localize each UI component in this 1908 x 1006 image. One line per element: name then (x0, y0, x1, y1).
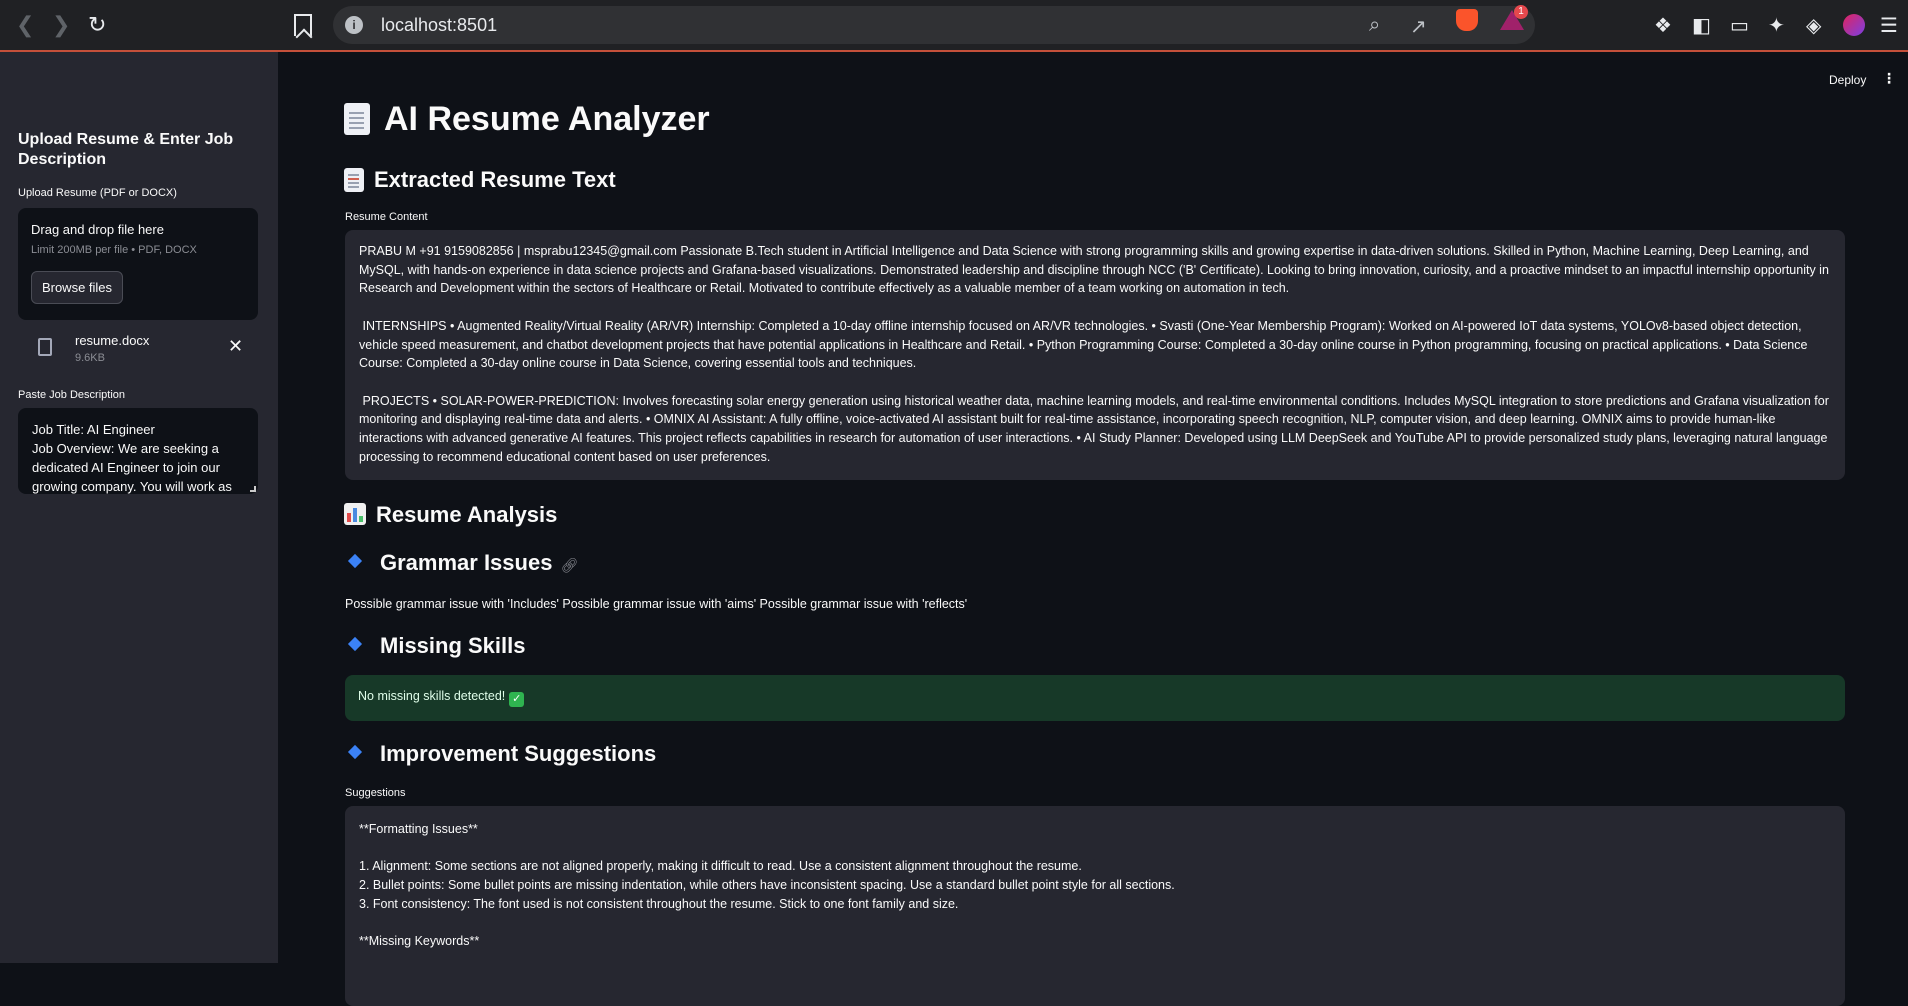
address-bar[interactable]: i localhost:8501 ⌕ ↗ (333, 6, 1535, 44)
analysis-heading: Resume Analysis (344, 502, 557, 528)
suggestion-line: 3. Font consistency: The font used is no… (359, 896, 959, 911)
share-icon[interactable]: ↗ (1410, 14, 1427, 39)
grammar-heading: Grammar Issues 🔗︎ (344, 550, 578, 576)
resume-paragraph: PRABU M +91 9159082856 | msprabu12345@gm… (359, 244, 1833, 296)
remove-file-icon[interactable]: ✕ (228, 336, 243, 357)
sidebar-title: Upload Resume & Enter Job Description (18, 131, 234, 168)
dropzone-title: Drag and drop file here (31, 222, 164, 237)
sidebar-toggle-icon[interactable]: ◧ (1692, 13, 1711, 38)
jd-label: Paste Job Description (18, 389, 125, 401)
success-text: No missing skills detected! (358, 689, 506, 703)
blue-diamond-icon (347, 636, 363, 652)
site-info-icon[interactable]: i (345, 16, 363, 34)
url-text[interactable]: localhost:8501 (381, 15, 497, 36)
check-mark-icon: ✓ (509, 692, 525, 707)
resume-content-textarea[interactable]: PRABU M +91 9159082856 | msprabu12345@gm… (345, 230, 1845, 480)
wallet-icon[interactable]: ▭ (1730, 13, 1749, 38)
improvement-heading: Improvement Suggestions (344, 741, 656, 767)
browse-files-button[interactable]: Browse files (31, 271, 123, 304)
sidebar: Upload Resume & Enter Job Description Up… (0, 52, 278, 963)
file-icon (38, 338, 52, 356)
extracted-heading: Extracted Resume Text (344, 167, 616, 193)
bar-chart-icon (344, 503, 366, 525)
notification-badge: 1 (1514, 5, 1528, 19)
deploy-button[interactable]: Deploy (1829, 73, 1866, 87)
suggestion-line: 2. Bullet points: Some bullet points are… (359, 878, 1175, 893)
suggestions-label: Suggestions (345, 787, 406, 799)
extracted-heading-text: Extracted Resume Text (374, 167, 616, 192)
main-content: Deploy ⋮ AI Resume Analyzer Extracted Re… (278, 52, 1908, 1006)
vpn-icon[interactable]: ◈ (1806, 13, 1821, 38)
back-icon[interactable]: ❮ (16, 12, 34, 38)
forward-icon[interactable]: ❯ (52, 12, 70, 38)
suggestion-line (359, 839, 1831, 858)
menu-icon[interactable]: ☰ (1880, 13, 1898, 38)
profile-avatar[interactable] (1843, 14, 1865, 36)
reload-icon[interactable]: ↻ (88, 12, 106, 38)
suggestion-line: **Missing Keywords** (359, 934, 480, 949)
improvement-heading-text: Improvement Suggestions (380, 741, 657, 766)
bookmark-tabs-icon (344, 168, 364, 192)
document-icon (344, 103, 370, 135)
upload-label: Upload Resume (PDF or DOCX) (18, 187, 177, 199)
page-title: AI Resume Analyzer (344, 100, 710, 139)
grammar-heading-text: Grammar Issues (380, 550, 553, 575)
blue-diamond-icon (347, 744, 363, 760)
extensions-icon[interactable]: ❖ (1654, 13, 1672, 38)
analysis-heading-text: Resume Analysis (376, 502, 558, 527)
missing-skills-heading: Missing Skills (344, 633, 526, 659)
blue-diamond-icon (347, 553, 363, 569)
file-size: 9.6KB (75, 352, 105, 364)
suggestion-line: **Formatting Issues** (359, 822, 478, 836)
anchor-link-icon[interactable]: 🔗︎ (560, 557, 578, 573)
missing-skills-heading-text: Missing Skills (380, 633, 526, 658)
main-menu-icon[interactable]: ⋮ (1882, 70, 1896, 87)
resume-paragraph: PROJECTS • SOLAR-POWER-PREDICTION: Invol… (359, 393, 1833, 464)
file-dropzone[interactable]: Drag and drop file here Limit 200MB per … (18, 208, 258, 320)
grammar-issues-text: Possible grammar issue with 'Includes' P… (345, 597, 968, 611)
resume-paragraph: INTERNSHIPS • Augmented Reality/Virtual … (359, 318, 1811, 371)
browser-toolbar: ❮ ❯ ↻ i localhost:8501 ⌕ ↗ 1 ❖ ◧ ▭ ✦ ◈ ☰ (0, 0, 1908, 52)
bookmark-icon[interactable] (294, 14, 312, 36)
uploaded-file: resume.docx 9.6KB ✕ (18, 328, 258, 368)
suggestions-textarea[interactable]: **Formatting Issues** 1. Alignment: Some … (345, 806, 1845, 1006)
success-alert: No missing skills detected! ✓ (345, 675, 1845, 721)
resize-handle-icon[interactable] (250, 486, 256, 492)
resume-content-label: Resume Content (345, 211, 428, 223)
file-name: resume.docx (75, 333, 150, 348)
brave-shields-icon[interactable] (1456, 9, 1478, 31)
dropzone-limit: Limit 200MB per file • PDF, DOCX (31, 244, 197, 256)
suggestion-line (359, 914, 1831, 933)
job-description-input[interactable]: Job Title: AI Engineer Job Overview: We … (18, 408, 258, 494)
zoom-icon[interactable]: ⌕ (1369, 14, 1380, 37)
leo-ai-icon[interactable]: ✦ (1768, 13, 1785, 38)
suggestion-line: 1. Alignment: Some sections are not alig… (359, 859, 1082, 874)
page-title-text: AI Resume Analyzer (384, 100, 710, 138)
